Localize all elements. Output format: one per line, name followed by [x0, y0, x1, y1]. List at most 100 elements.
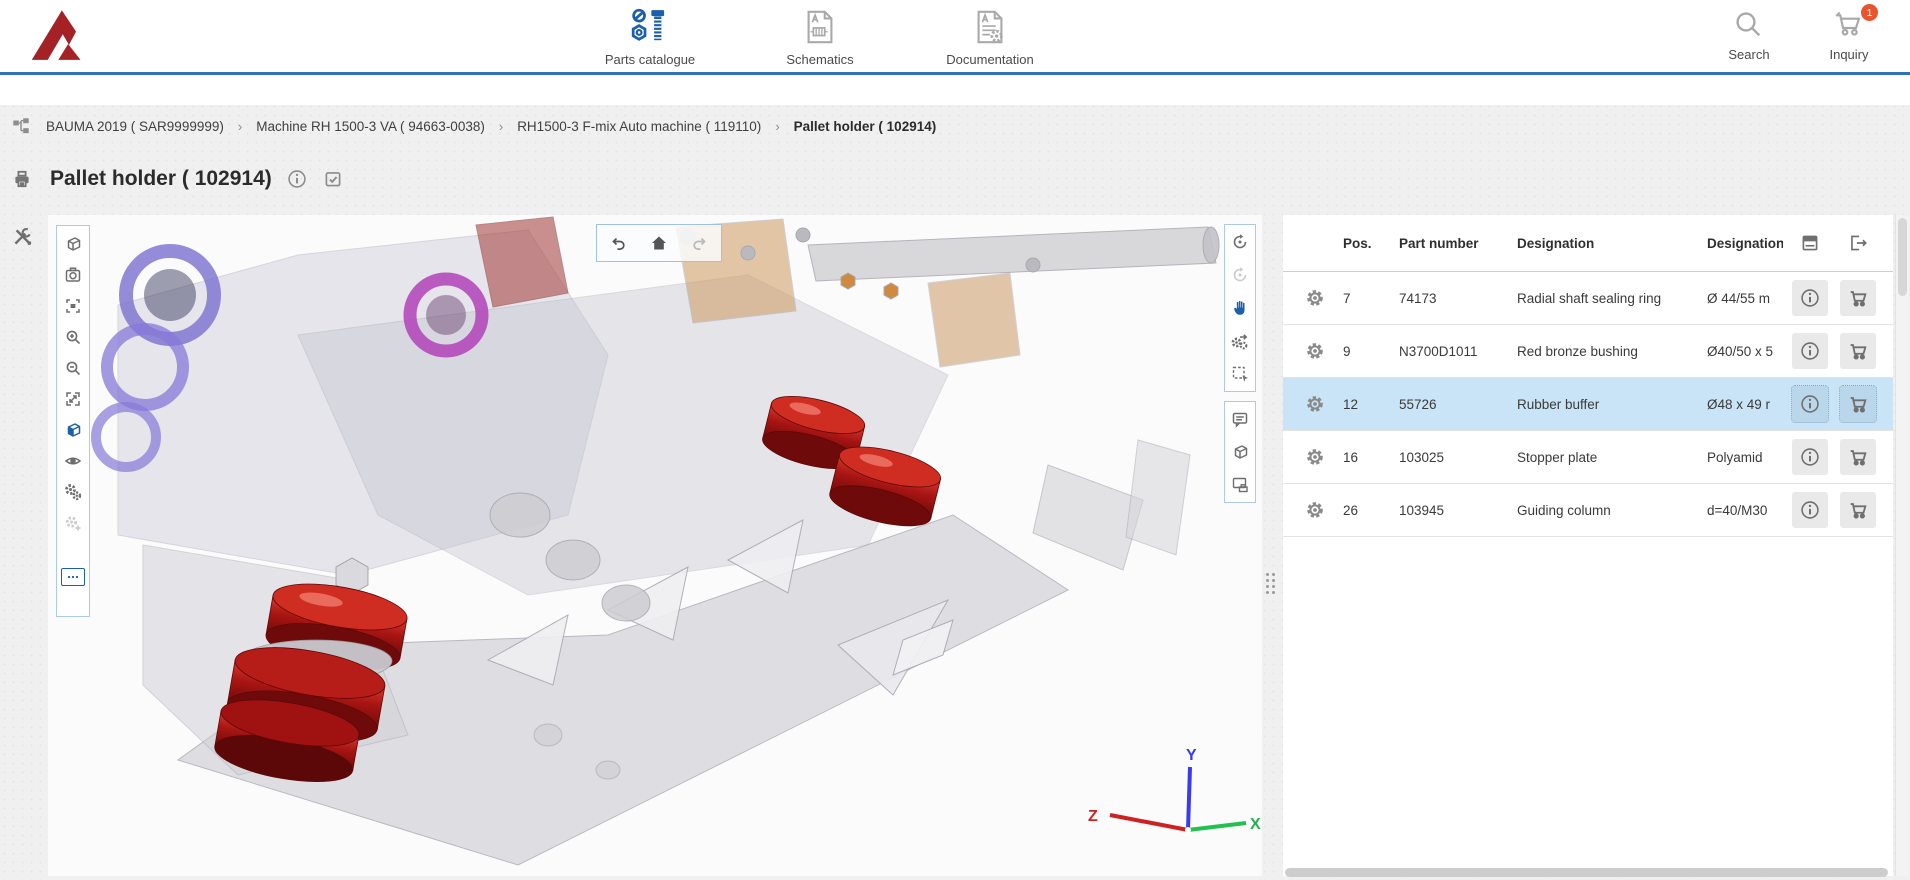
zoom-in-icon[interactable]: [61, 325, 85, 349]
breadcrumb-separator: [769, 119, 785, 134]
rotate-icon[interactable]: [1228, 230, 1252, 254]
inquiry-button[interactable]: 1 Inquiry: [1818, 8, 1880, 62]
annotation-icon[interactable]: [1228, 407, 1252, 431]
viewer-toolbar-right-bottom: [1224, 401, 1256, 503]
breadcrumb-item[interactable]: RH1500-3 F-mix Auto machine ( 119110): [517, 119, 761, 134]
table-row[interactable]: 9 N3700D1011 Red bronze bushing Ø40/50 x…: [1283, 325, 1893, 378]
row-gear-icon[interactable]: [1305, 500, 1325, 520]
view-cube-icon[interactable]: [61, 232, 85, 256]
info-icon[interactable]: [286, 168, 308, 190]
pan-hand-icon[interactable]: [1228, 296, 1252, 320]
axis-y-label: Y: [1186, 747, 1197, 764]
panel-resize-handle[interactable]: [1266, 573, 1275, 594]
schematics-icon: [799, 6, 841, 48]
inquiry-label: Inquiry: [1829, 47, 1868, 62]
nav-schematics[interactable]: Schematics: [755, 6, 885, 67]
nav-documentation[interactable]: Documentation: [925, 6, 1055, 67]
breadcrumb-item[interactable]: BAUMA 2019 ( SAR9999999): [46, 119, 224, 134]
breadcrumb-separator: [493, 119, 509, 134]
company-logo[interactable]: [30, 7, 92, 65]
col-designation: Designation: [1517, 236, 1707, 251]
cell-designation: Radial shaft sealing ring: [1517, 291, 1707, 306]
row-add-to-cart-button[interactable]: [1840, 386, 1876, 422]
assembly-gears-icon[interactable]: [61, 480, 85, 504]
documentation-icon: [969, 6, 1011, 48]
row-info-button[interactable]: [1792, 280, 1828, 316]
doc-check-icon[interactable]: [322, 168, 344, 190]
cell-pos: 12: [1343, 397, 1399, 412]
row-gear-icon[interactable]: [1305, 447, 1325, 467]
row-gear-icon[interactable]: [1305, 288, 1325, 308]
print-icon[interactable]: [10, 167, 34, 191]
cell-pos: 26: [1343, 503, 1399, 518]
cell-pos: 9: [1343, 344, 1399, 359]
row-info-button[interactable]: [1792, 333, 1828, 369]
cell-designation-2: d=40/M30: [1707, 503, 1783, 518]
nav-parts-catalogue[interactable]: Parts catalogue: [585, 6, 715, 67]
workspace: BAUMA 2019 ( SAR9999999) Machine RH 1500…: [0, 75, 1910, 880]
visibility-eye-icon[interactable]: [61, 449, 85, 473]
viewer-toolbar-top: [596, 224, 722, 262]
collapse-panel-icon[interactable]: [1847, 232, 1869, 254]
3d-model[interactable]: Y Z X: [48, 215, 1262, 876]
breadcrumb-separator: [232, 119, 248, 134]
table-horizontal-scrollbar[interactable]: [1285, 868, 1888, 877]
cell-designation-2: Ø 44/55 m: [1707, 291, 1783, 306]
tools-icon[interactable]: [10, 225, 34, 249]
search-icon: [1732, 8, 1766, 42]
explode-view-icon[interactable]: [1228, 329, 1252, 353]
card-view-icon[interactable]: [1799, 232, 1821, 254]
hierarchy-icon[interactable]: [10, 115, 32, 137]
more-tools-button[interactable]: [61, 568, 85, 586]
fit-view-icon[interactable]: [61, 294, 85, 318]
fullscreen-icon[interactable]: [61, 387, 85, 411]
table-row[interactable]: 7 74173 Radial shaft sealing ring Ø 44/5…: [1283, 272, 1893, 325]
cell-pos: 7: [1343, 291, 1399, 306]
row-gear-icon[interactable]: [1305, 341, 1325, 361]
spare-parts-app: Parts catalogue Schematics Documentation…: [0, 0, 1910, 880]
transparency-mode-icon[interactable]: [61, 418, 85, 442]
row-add-to-cart-button[interactable]: [1840, 280, 1876, 316]
nav-label: Parts catalogue: [605, 52, 695, 67]
cell-part-number: 74173: [1399, 291, 1517, 306]
parts-panel: Pos. Part number Designation Designation…: [1283, 215, 1893, 876]
row-add-to-cart-button[interactable]: [1840, 439, 1876, 475]
parts-table-header: Pos. Part number Designation Designation: [1283, 215, 1893, 272]
cube-view-icon[interactable]: [1228, 440, 1252, 464]
col-pos: Pos.: [1343, 236, 1399, 251]
row-info-button[interactable]: [1792, 386, 1828, 422]
row-add-to-cart-button[interactable]: [1840, 333, 1876, 369]
header-gap: [0, 75, 1910, 105]
marquee-select-icon[interactable]: [1228, 362, 1252, 386]
breadcrumb: BAUMA 2019 ( SAR9999999) Machine RH 1500…: [10, 115, 936, 137]
search-label: Search: [1728, 47, 1769, 62]
title-row: Pallet holder ( 102914): [10, 167, 344, 191]
row-info-button[interactable]: [1792, 439, 1828, 475]
nav-label: Schematics: [786, 52, 853, 67]
cell-part-number: 103945: [1399, 503, 1517, 518]
table-row[interactable]: 16 103025 Stopper plate Polyamid: [1283, 431, 1893, 484]
print-view-icon[interactable]: [1228, 473, 1252, 497]
axis-x-label: X: [1250, 816, 1261, 833]
row-add-to-cart-button[interactable]: [1840, 492, 1876, 528]
cell-designation: Rubber buffer: [1517, 397, 1707, 412]
viewer-toolbar-right-top: [1224, 224, 1256, 392]
row-info-button[interactable]: [1792, 492, 1828, 528]
inquiry-count-badge: 1: [1861, 4, 1878, 21]
table-vertical-scrollbar[interactable]: [1895, 215, 1909, 876]
axis-triad: [1110, 767, 1246, 833]
table-row[interactable]: 26 103945 Guiding column d=40/M30: [1283, 484, 1893, 537]
snapshot-icon[interactable]: [61, 263, 85, 287]
row-gear-icon[interactable]: [1305, 394, 1325, 414]
search-button[interactable]: Search: [1718, 8, 1780, 62]
home-view-icon[interactable]: [647, 231, 671, 255]
undo-icon[interactable]: [606, 231, 630, 255]
breadcrumb-item-current: Pallet holder ( 102914): [794, 119, 937, 134]
3d-viewer[interactable]: Y Z X: [48, 215, 1262, 876]
breadcrumb-item[interactable]: Machine RH 1500-3 VA ( 94663-0038): [256, 119, 485, 134]
table-row[interactable]: 12 55726 Rubber buffer Ø48 x 49 r: [1283, 378, 1893, 431]
zoom-out-icon[interactable]: [61, 356, 85, 380]
col-part-number: Part number: [1399, 236, 1517, 251]
cell-designation: Red bronze bushing: [1517, 344, 1707, 359]
scrollbar-thumb[interactable]: [1898, 218, 1907, 296]
